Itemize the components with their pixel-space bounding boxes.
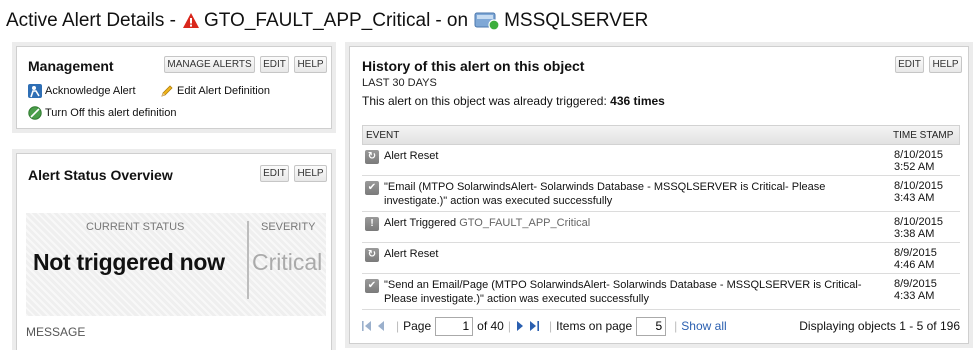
table-row: ✔ "Send an Email/Page (MTPO SolarwindsAle… [362, 274, 960, 310]
management-panel: Management MANAGE ALERTS EDIT HELP Ackno… [16, 46, 332, 129]
show-all-link[interactable]: Show all [681, 319, 726, 333]
event-text: "Send an Email/Page (MTPO SolarwindsAler… [384, 278, 888, 306]
history-panel: History of this alert on this object EDI… [349, 46, 969, 344]
triggered-summary: This alert on this object was already tr… [362, 94, 665, 108]
table-row: ✔ "Email (MTPO SolarwindsAlert- Solarwind… [362, 176, 960, 212]
timestamp-time: 3:38 AM [894, 228, 935, 240]
warning-triangle-icon [183, 13, 199, 28]
page-number-input[interactable] [435, 316, 474, 336]
displaying-objects: Displaying objects 1 - 5 of 196 [799, 319, 960, 333]
pager: | Page of 40 | | Items on page | Show al… [362, 316, 962, 336]
check-icon: ✔ [365, 181, 379, 195]
timestamp-time: 3:43 AM [894, 192, 935, 204]
status-area: CURRENT STATUS Not triggered now SEVERIT… [26, 213, 326, 316]
timestamp-date: 8/10/2015 [894, 180, 943, 192]
event-description: "Email (MTPO SolarwindsAlert- Solarwinds… [384, 181, 826, 207]
triggered-prefix: This alert on this object was already tr… [362, 94, 607, 108]
table-row: ! Alert Triggered GTO_FAULT_APP_Critical 8… [362, 212, 960, 243]
last-page-icon[interactable] [529, 321, 539, 331]
history-help-button[interactable]: HELP [929, 56, 962, 73]
history-table: EVENT TIME STAMP ↻ Alert Reset 8/10/2015 3:… [362, 125, 960, 310]
timestamp-date: 8/10/2015 [894, 216, 943, 228]
acknowledge-alert-link[interactable]: Acknowledge Alert [28, 84, 136, 98]
timestamp-date: 8/9/2015 [894, 247, 937, 259]
timestamp-cell: 8/9/2015 4:33 AM [894, 274, 960, 309]
exclamation-icon: ! [365, 217, 379, 231]
reset-icon: ↻ [365, 248, 379, 262]
table-header: EVENT TIME STAMP [362, 125, 960, 145]
status-divider [247, 221, 249, 299]
management-title: Management [28, 58, 114, 74]
history-period: LAST 30 DAYS [362, 77, 437, 89]
message-label: MESSAGE [26, 325, 86, 339]
timestamp-cell: 8/10/2015 3:43 AM [894, 176, 960, 211]
severity-label: SEVERITY [261, 221, 316, 233]
status-overview-title: Alert Status Overview [28, 167, 173, 183]
event-cell: ✔ "Email (MTPO SolarwindsAlert- Solarwind… [362, 176, 894, 211]
timestamp-time: 4:33 AM [894, 290, 935, 302]
current-status-value: Not triggered now [33, 249, 225, 275]
reset-icon: ↻ [365, 150, 379, 164]
event-text: Alert Reset [384, 149, 438, 172]
event-cell: ✔ "Send an Email/Page (MTPO SolarwindsAle… [362, 274, 894, 309]
items-per-page-label: Items on page [556, 319, 633, 333]
event-description: Alert Reset [384, 248, 439, 260]
timestamp-cell: 8/9/2015 4:46 AM [894, 243, 960, 273]
items-per-page-input[interactable] [636, 316, 667, 336]
edit-alert-definition-label: Edit Alert Definition [177, 85, 270, 97]
acknowledge-alert-label: Acknowledge Alert [45, 85, 136, 97]
column-timestamp[interactable]: TIME STAMP [893, 130, 959, 141]
event-text: Alert Reset [384, 247, 438, 270]
manage-alerts-button[interactable]: MANAGE ALERTS [164, 56, 255, 73]
triggered-count: 436 times [610, 94, 665, 108]
table-row: ↻ Alert Reset 8/9/2015 4:46 AM [362, 243, 960, 274]
event-cell: ↻ Alert Reset [362, 243, 894, 273]
status-help-button[interactable]: HELP [294, 165, 327, 182]
edit-alert-definition-link[interactable]: Edit Alert Definition [160, 84, 270, 98]
edit-button[interactable]: EDIT [260, 56, 289, 73]
timestamp-cell: 8/10/2015 3:52 AM [894, 145, 960, 175]
timestamp-cell: 8/10/2015 3:38 AM [894, 212, 960, 242]
event-cell: ! Alert Triggered GTO_FAULT_APP_Critical [362, 212, 894, 242]
event-text: Alert Triggered GTO_FAULT_APP_Critical [384, 216, 590, 239]
event-cell: ↻ Alert Reset [362, 145, 894, 175]
prev-page-icon[interactable] [377, 321, 386, 331]
pencil-icon [161, 85, 173, 97]
check-icon: ✔ [365, 279, 379, 293]
turn-off-alert-link[interactable]: Turn Off this alert definition [28, 106, 176, 120]
table-row: ↻ Alert Reset 8/10/2015 3:52 AM [362, 145, 960, 176]
event-text: "Email (MTPO SolarwindsAlert- Solarwinds… [384, 180, 888, 208]
on-label: - on [435, 10, 469, 31]
timestamp-time: 3:52 AM [894, 161, 935, 173]
history-edit-button[interactable]: EDIT [895, 56, 924, 73]
timestamp-date: 8/10/2015 [894, 149, 943, 161]
timestamp-time: 4:46 AM [894, 259, 935, 271]
severity-value: Critical [252, 249, 323, 275]
turn-off-icon [28, 106, 42, 120]
object-name: MSSQLSERVER [504, 10, 649, 31]
next-page-icon[interactable] [515, 321, 524, 331]
first-page-icon[interactable] [362, 321, 371, 331]
current-status-label: CURRENT STATUS [86, 221, 185, 233]
title-prefix: Active Alert Details - [6, 10, 176, 31]
alert-status-overview-panel: Alert Status Overview EDIT HELP CURRENT … [16, 153, 332, 350]
sql-server-icon [474, 12, 500, 31]
page-title: Active Alert Details - GTO_FAULT_APP_Cri… [6, 9, 648, 33]
event-description: "Send an Email/Page (MTPO SolarwindsAler… [384, 279, 862, 305]
help-button[interactable]: HELP [294, 56, 327, 73]
event-description: Alert Reset [384, 150, 439, 162]
turn-off-alert-label: Turn Off this alert definition [45, 107, 177, 119]
event-alert-name: GTO_FAULT_APP_Critical [459, 217, 591, 229]
acknowledge-icon [28, 84, 42, 98]
event-description: Alert Triggered [384, 217, 457, 229]
page-label: Page [403, 319, 432, 333]
page-of-label: of 40 [477, 319, 504, 333]
column-event[interactable]: EVENT [363, 130, 893, 141]
status-edit-button[interactable]: EDIT [260, 165, 289, 182]
timestamp-date: 8/9/2015 [894, 278, 937, 290]
alert-name: GTO_FAULT_APP_Critical [204, 10, 431, 31]
history-title: History of this alert on this object [362, 58, 585, 74]
